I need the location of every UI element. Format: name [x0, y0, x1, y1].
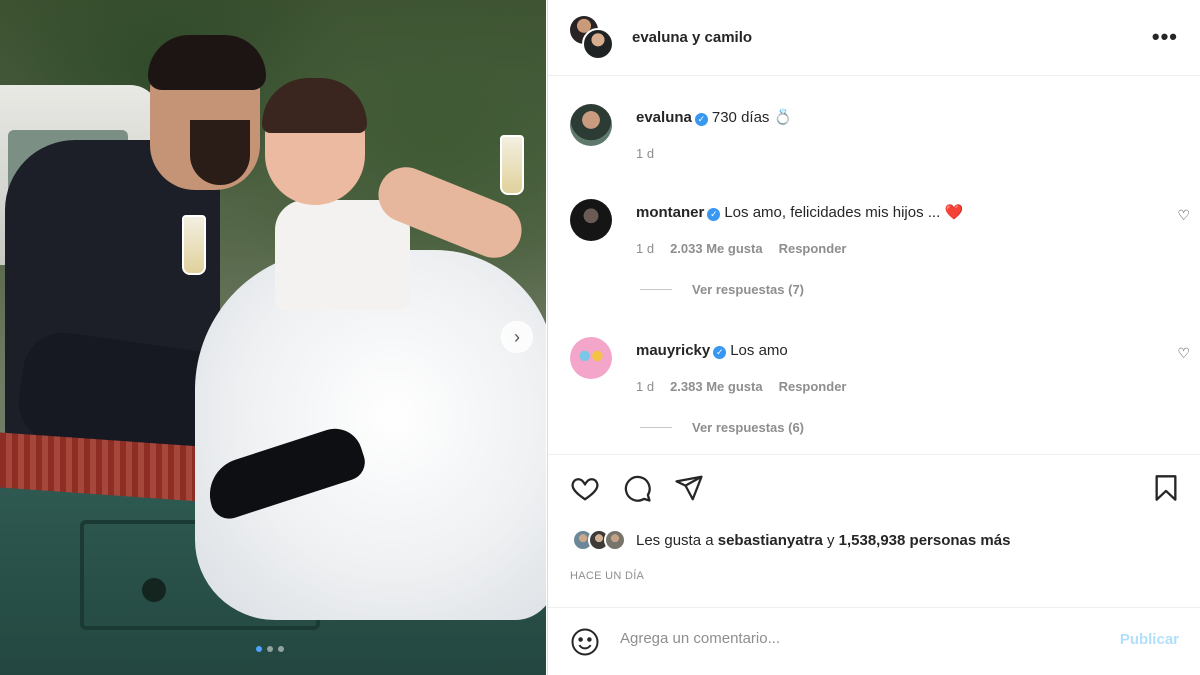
caption-body: evaluna ✓ 730 días 💍 1 d [636, 108, 1156, 161]
reply-button[interactable]: Responder [779, 379, 847, 394]
avatar[interactable] [570, 337, 612, 379]
save-button[interactable] [1151, 473, 1181, 503]
caption-time[interactable]: 1 d [636, 146, 654, 161]
verified-badge-icon: ✓ [707, 208, 721, 221]
paper-plane-icon [675, 475, 703, 501]
carousel-next-button[interactable]: › [501, 321, 533, 353]
comment-time[interactable]: 1 d [636, 241, 654, 256]
comment-body: mauyricky ✓ Los amo 1 d 2.383 Me gusta Res… [636, 341, 1156, 435]
avatar[interactable] [582, 27, 614, 60]
comment-like-heart-icon[interactable]: ♡ [1177, 207, 1190, 224]
share-button[interactable] [674, 473, 704, 503]
champagne-glass-groom [182, 215, 206, 275]
comment-likes[interactable]: 2.383 Me gusta [670, 379, 763, 394]
comment-icon [624, 475, 651, 502]
carousel-dot [278, 646, 284, 652]
verified-badge-icon: ✓ [713, 346, 727, 359]
comment-body: montaner ✓ Los amo, felicidades mis hijos … [636, 203, 1156, 297]
groom-hair [148, 35, 266, 90]
carousel-dot-active [256, 646, 262, 652]
avatar [604, 529, 626, 551]
add-comment-form: Publicar [548, 607, 1200, 675]
post-header: evaluna y camilo ••• [548, 0, 1200, 76]
comment-likes[interactable]: 2.033 Me gusta [670, 241, 763, 256]
view-replies-button[interactable]: Ver respuestas (6) [640, 420, 1156, 435]
truck-hole [142, 578, 166, 602]
verified-badge-icon: ✓ [694, 113, 708, 126]
post-photo[interactable]: › [0, 0, 546, 675]
liked-by-avatars [572, 529, 626, 551]
likes-connector: y [826, 531, 835, 549]
avatar[interactable] [570, 199, 612, 241]
likes-count[interactable]: 1,538,938 personas más [839, 532, 1011, 549]
comment-button[interactable] [622, 473, 652, 503]
carousel-dots [256, 646, 284, 652]
comment-text: Los amo [730, 342, 788, 359]
post-side-panel: evaluna y camilo ••• evaluna ✓ 730 días 💍 … [547, 0, 1200, 675]
reply-button[interactable]: Responder [779, 241, 847, 256]
caption-username[interactable]: evaluna [636, 109, 692, 126]
groom-beard [190, 120, 250, 185]
likes-summary[interactable]: Les gusta a sebastianyatra y 1,538,938 p… [572, 529, 1010, 551]
collab-avatars[interactable] [570, 15, 614, 60]
replies-divider [640, 289, 672, 290]
more-options-icon[interactable]: ••• [1152, 24, 1178, 50]
comment-text: Los amo, felicidades mis hijos ... [724, 204, 941, 221]
view-replies-button[interactable]: Ver respuestas (7) [640, 282, 1156, 297]
action-buttons [570, 473, 704, 503]
publish-button[interactable]: Publicar [1120, 631, 1179, 648]
comment-input[interactable] [620, 630, 1080, 647]
comment-username[interactable]: mauyricky [636, 342, 710, 359]
red-heart-emoji-icon: ❤️ [944, 204, 964, 221]
bride-hair [262, 78, 367, 133]
champagne-glass-bride [500, 135, 524, 195]
avatar[interactable] [570, 104, 612, 146]
chevron-right-icon: › [514, 326, 520, 347]
like-button[interactable] [570, 473, 600, 503]
emoji-icon [571, 628, 599, 656]
heart-icon [571, 478, 599, 501]
caption-text: 730 días 💍 [711, 109, 793, 126]
comment-username[interactable]: montaner [636, 204, 704, 221]
replies-divider [640, 427, 672, 428]
liked-by-user[interactable]: sebastianyatra [718, 532, 823, 549]
comment-like-heart-icon[interactable]: ♡ [1177, 345, 1190, 362]
bookmark-icon [1155, 475, 1177, 501]
carousel-dot [267, 646, 273, 652]
view-replies-label: Ver respuestas (7) [692, 282, 805, 297]
post-author[interactable]: evaluna y camilo [632, 29, 752, 46]
post-actions-section: Les gusta a sebastianyatra y 1,538,938 p… [548, 454, 1200, 675]
comment-time[interactable]: 1 d [636, 379, 654, 394]
post-date[interactable]: HACE UN DÍA [570, 570, 644, 582]
likes-prefix: Les gusta a [636, 531, 714, 549]
view-replies-label: Ver respuestas (6) [692, 420, 805, 435]
